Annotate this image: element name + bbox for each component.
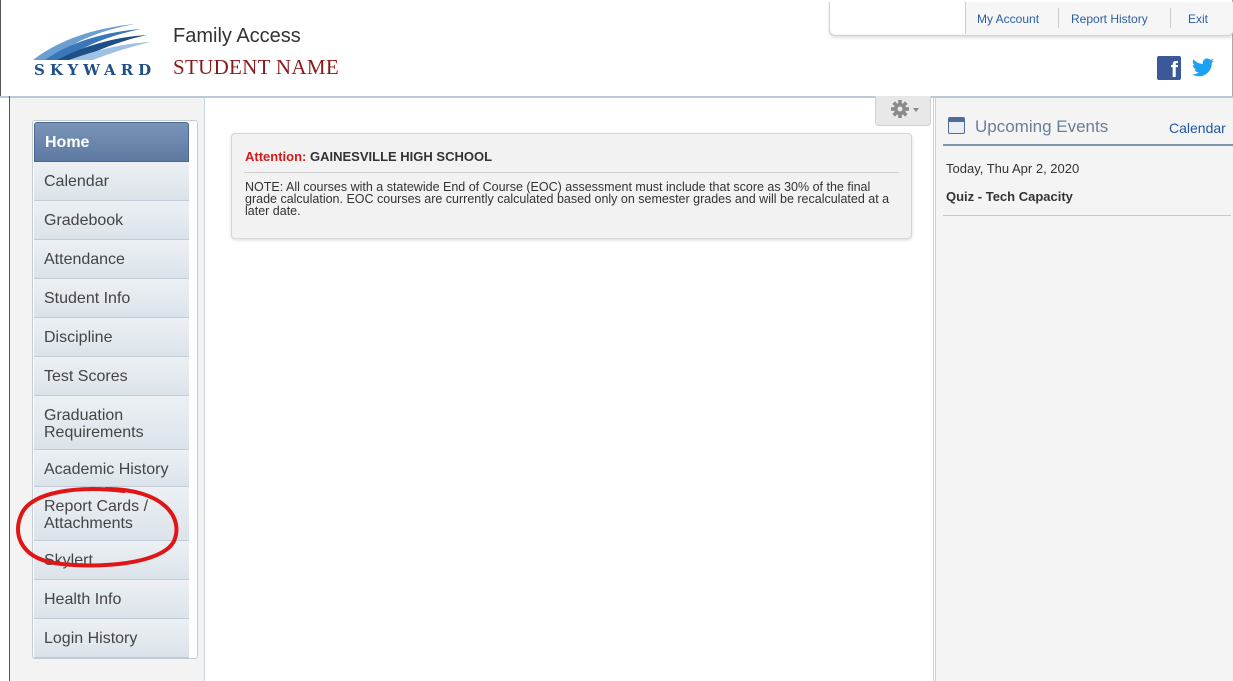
student-name: STUDENT NAME bbox=[173, 55, 339, 79]
separator bbox=[1170, 8, 1171, 28]
school-name: GAINESVILLE HIGH SCHOOL bbox=[310, 149, 493, 164]
exit-link[interactable]: Exit bbox=[1188, 12, 1208, 26]
sidebar-item-academic-history[interactable]: Academic History bbox=[34, 450, 189, 487]
chevron-down-icon bbox=[913, 108, 919, 112]
divider bbox=[943, 144, 1233, 146]
sidebar-item-login-history[interactable]: Login History bbox=[34, 619, 189, 658]
my-account-link[interactable]: My Account bbox=[977, 12, 1039, 26]
separator bbox=[1058, 8, 1059, 28]
sidebar-item-graduation-requirements[interactable]: Graduation Requirements bbox=[34, 396, 189, 450]
facebook-icon[interactable]: f bbox=[1157, 56, 1181, 80]
sidebar-nav: Home Calendar Gradebook Attendance Stude… bbox=[32, 120, 198, 659]
skyward-swoosh-icon bbox=[33, 24, 151, 60]
upcoming-events-panel bbox=[935, 98, 1233, 681]
top-links-bar: My Account Report History Exit bbox=[829, 2, 1233, 36]
sidebar-item-test-scores[interactable]: Test Scores bbox=[34, 357, 189, 396]
skyward-logo: SKYWARD bbox=[31, 22, 161, 79]
settings-menu-button[interactable] bbox=[875, 96, 931, 126]
top-links-blank bbox=[830, 2, 966, 34]
sidebar-item-discipline[interactable]: Discipline bbox=[34, 318, 189, 357]
sidebar-item-calendar[interactable]: Calendar bbox=[34, 162, 189, 201]
upcoming-events-title: Upcoming Events bbox=[975, 117, 1109, 136]
sidebar: Home Calendar Gradebook Attendance Stude… bbox=[10, 98, 205, 681]
attention-message: Attention: GAINESVILLE HIGH SCHOOL NOTE:… bbox=[231, 133, 912, 239]
attention-heading: Attention: GAINESVILLE HIGH SCHOOL bbox=[245, 149, 492, 164]
report-history-link[interactable]: Report History bbox=[1071, 12, 1148, 26]
attention-label: Attention: bbox=[245, 149, 307, 164]
sidebar-item-skylert[interactable]: Skylert bbox=[34, 541, 189, 580]
twitter-icon[interactable] bbox=[1191, 56, 1215, 80]
sidebar-item-attendance[interactable]: Attendance bbox=[34, 240, 189, 279]
gear-icon bbox=[891, 100, 919, 118]
logo-wordmark: SKYWARD bbox=[34, 61, 157, 79]
app-name: Family Access bbox=[173, 25, 301, 47]
sidebar-item-health-info[interactable]: Health Info bbox=[34, 580, 189, 619]
divider bbox=[943, 215, 1231, 216]
header: SKYWARD Family Access STUDENT NAME My Ac… bbox=[0, 0, 1233, 96]
event-title[interactable]: Quiz - Tech Capacity bbox=[946, 189, 1073, 204]
divider bbox=[244, 172, 899, 173]
sidebar-item-report-cards[interactable]: Report Cards / Attachments bbox=[34, 487, 189, 541]
sidebar-item-home[interactable]: Home bbox=[34, 122, 189, 162]
attention-body: NOTE: All courses with a statewide End o… bbox=[245, 180, 890, 218]
calendar-icon bbox=[948, 117, 965, 134]
sidebar-item-student-info[interactable]: Student Info bbox=[34, 279, 189, 318]
event-date: Today, Thu Apr 2, 2020 bbox=[946, 161, 1080, 176]
sidebar-item-gradebook[interactable]: Gradebook bbox=[34, 201, 189, 240]
calendar-link[interactable]: Calendar bbox=[1169, 120, 1226, 136]
